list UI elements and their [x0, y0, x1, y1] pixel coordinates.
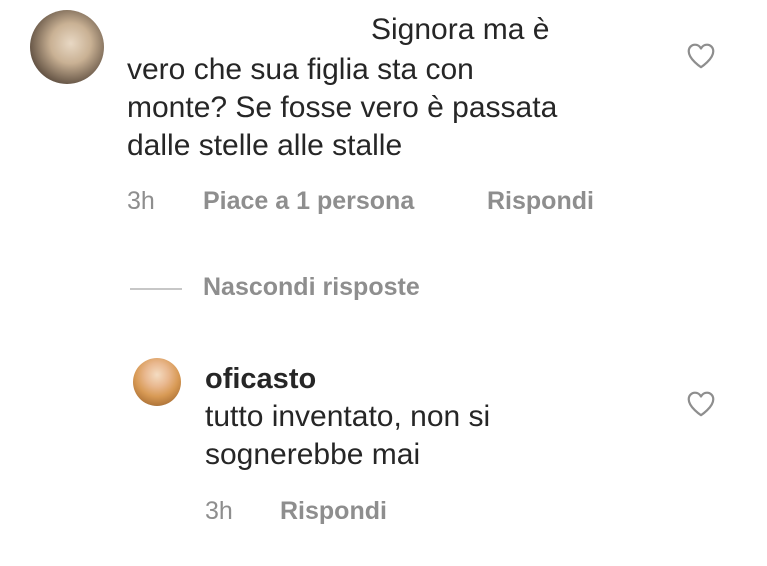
heart-outline-icon[interactable]	[686, 42, 716, 69]
likes-count-link[interactable]: Piace a 1 persona	[203, 187, 414, 216]
avatar[interactable]	[30, 10, 104, 84]
comment-text-line: vero che sua figlia sta con	[127, 53, 474, 86]
comment-text-line: monte? Se fosse vero è passata	[127, 91, 558, 124]
username-link[interactable]: oficasto	[205, 363, 316, 396]
comment-text-line: tutto inventato, non si	[205, 400, 491, 433]
heart-outline-icon[interactable]	[686, 390, 716, 417]
reply-button[interactable]: Rispondi	[280, 497, 387, 526]
comment-text-line: Signora ma è	[371, 13, 550, 46]
comment-text-line: dalle stelle alle stalle	[127, 129, 403, 162]
divider	[130, 288, 182, 290]
comment-timestamp: 3h	[127, 187, 155, 215]
hide-replies-button[interactable]: Nascondi risposte	[203, 273, 420, 302]
avatar[interactable]	[133, 358, 181, 406]
comment-text-line: sognerebbe mai	[205, 438, 421, 471]
reply-button[interactable]: Rispondi	[487, 187, 594, 216]
comment-timestamp: 3h	[205, 497, 233, 525]
